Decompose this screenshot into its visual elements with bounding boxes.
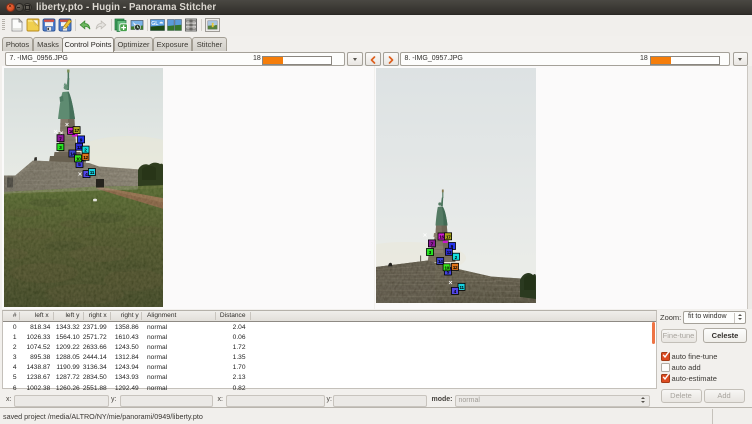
svg-text:7: 7 [59, 136, 62, 142]
svg-text:3: 3 [429, 250, 432, 256]
svg-text:2: 2 [455, 255, 458, 261]
svg-text:17: 17 [446, 234, 451, 240]
svg-text:17: 17 [74, 128, 79, 134]
svg-text:2: 2 [84, 148, 87, 154]
svg-text:12: 12 [453, 265, 458, 271]
svg-text:11: 11 [90, 170, 95, 176]
svg-text:10: 10 [444, 265, 449, 271]
svg-text:12: 12 [83, 155, 88, 161]
svg-text:3: 3 [59, 145, 62, 151]
svg-text:4: 4 [454, 289, 457, 295]
svg-text:13: 13 [77, 145, 82, 151]
svg-text:14: 14 [438, 259, 443, 265]
svg-text:10: 10 [76, 156, 81, 162]
svg-text:16: 16 [439, 235, 444, 241]
svg-text:9: 9 [80, 137, 83, 143]
svg-text:13: 13 [447, 250, 452, 256]
svg-text:7: 7 [431, 241, 434, 247]
svg-text:11: 11 [459, 285, 464, 291]
svg-text:5: 5 [78, 162, 81, 168]
svg-text:4: 4 [85, 172, 88, 178]
